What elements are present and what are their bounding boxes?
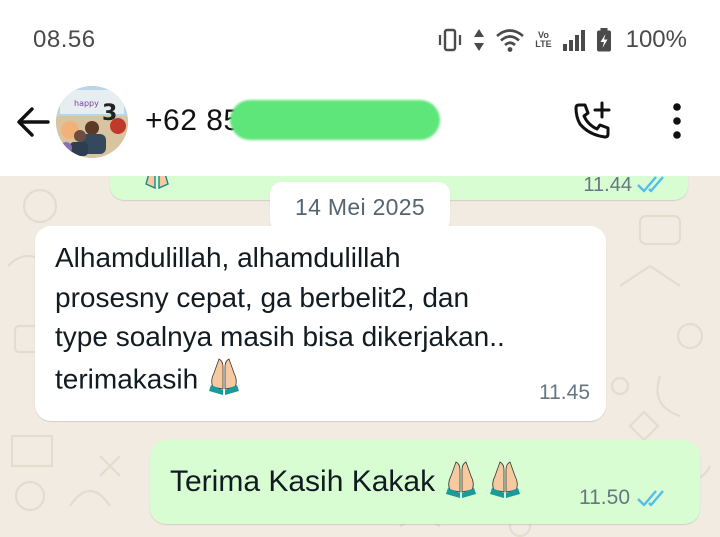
date-chip: 14 Mei 2025 xyxy=(270,182,450,232)
avatar[interactable]: happy 3 xyxy=(56,86,128,158)
status-bar: 08.56 Vo LTE 100% xyxy=(0,0,720,80)
read-ticks-icon xyxy=(637,176,664,193)
battery-charging-icon xyxy=(596,28,611,52)
message-time: 11.50 xyxy=(579,486,630,509)
date-label: 14 Mei 2025 xyxy=(295,194,425,220)
pray-emoji xyxy=(206,357,242,406)
message-line: type soalnya masih bisa dikerjakan.. xyxy=(55,321,505,352)
add-call-icon xyxy=(574,101,611,139)
pray-emoji xyxy=(443,460,479,506)
wifi-icon xyxy=(496,29,525,52)
contact-name[interactable]: +62 85 xyxy=(145,104,241,138)
outgoing-message-text: Terima Kasih Kakak xyxy=(170,460,523,506)
battery-percent: 100% xyxy=(625,26,687,53)
read-ticks-icon xyxy=(637,490,664,507)
message-time: 11.45 xyxy=(539,381,590,404)
vibrate-icon xyxy=(439,28,462,52)
back-arrow-icon xyxy=(17,107,50,137)
pray-emoji xyxy=(140,176,174,196)
incoming-message[interactable]: Alhamdulillah, alhamdulillah prosesny ce… xyxy=(35,226,606,421)
chat-area[interactable]: 11.44 14 Mei 2025 Alhamdulillah, alhamdu… xyxy=(0,176,720,537)
message-line: Alhamdulillah, alhamdulillah xyxy=(55,242,401,273)
status-time: 08.56 xyxy=(33,26,96,53)
chat-header: happy 3 +62 85 xyxy=(0,80,720,176)
add-call-button[interactable] xyxy=(572,100,614,142)
more-options-button[interactable] xyxy=(660,100,694,142)
more-vert-icon xyxy=(673,103,681,139)
signal-icon xyxy=(562,30,585,51)
incoming-message-text: Alhamdulillah, alhamdulillah prosesny ce… xyxy=(55,238,595,405)
status-icons: Vo LTE 100% xyxy=(437,26,687,54)
redaction-mark xyxy=(230,100,440,140)
svg-text:happy: happy xyxy=(74,99,99,108)
pray-emoji xyxy=(487,460,523,506)
outgoing-message[interactable]: Terima Kasih Kakak 11.50 xyxy=(150,440,700,524)
volte-icon: Vo LTE xyxy=(535,30,552,49)
back-button[interactable] xyxy=(14,102,54,142)
message-line-last: terimakasih xyxy=(55,357,595,406)
data-arrows-icon xyxy=(474,29,485,51)
message-line: prosesny cepat, ga berbelit2, dan xyxy=(55,281,470,313)
message-time: 11.44 xyxy=(583,176,632,196)
